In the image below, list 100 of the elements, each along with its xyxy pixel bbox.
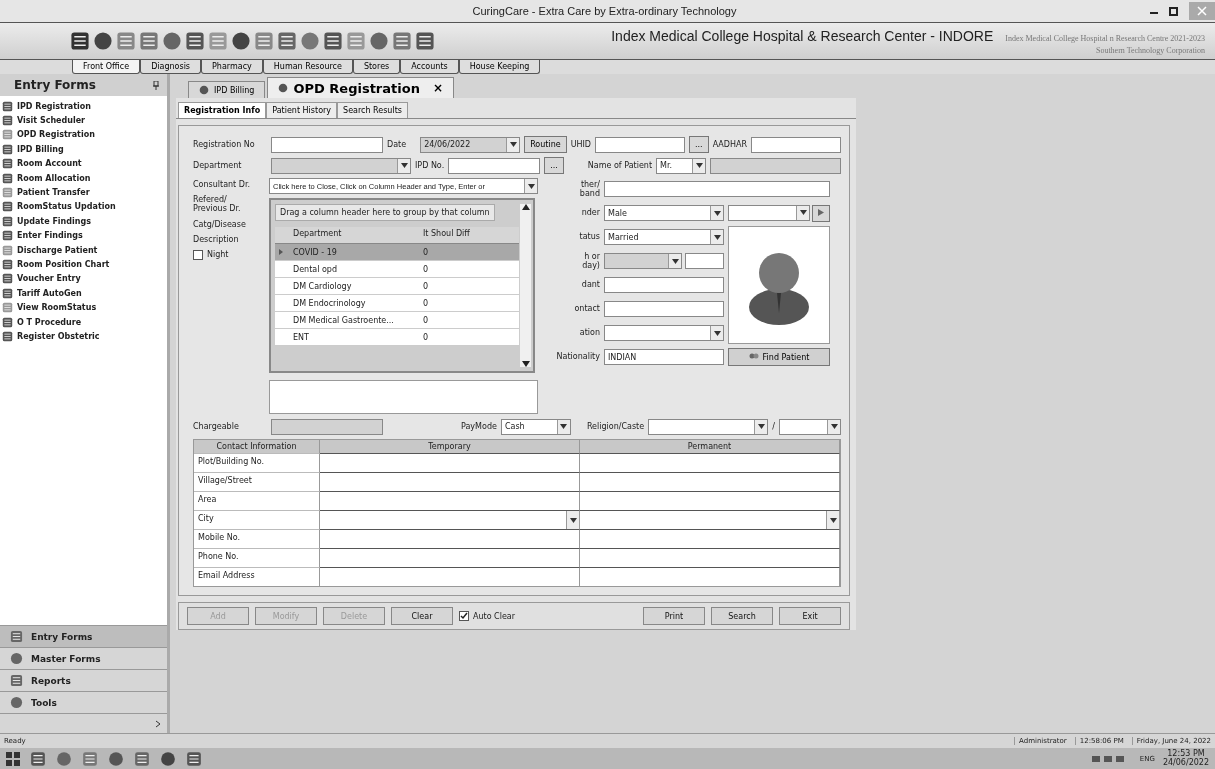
- sidebar-item[interactable]: View RoomStatus: [0, 300, 167, 315]
- input-field[interactable]: [580, 491, 840, 510]
- sidebar-item[interactable]: Tariff AutoGen: [0, 286, 167, 301]
- input-field[interactable]: [604, 277, 724, 293]
- sub-tab[interactable]: Search Results: [337, 102, 408, 118]
- dropdown-arrow-icon[interactable]: [671, 258, 679, 264]
- module-tab[interactable]: Pharmacy: [201, 60, 263, 74]
- pin-icon[interactable]: [153, 80, 159, 90]
- module-tab[interactable]: House Keeping: [458, 60, 541, 74]
- input-field[interactable]: [710, 157, 841, 174]
- input-field[interactable]: [595, 136, 686, 153]
- combo-box[interactable]: Married: [604, 229, 724, 245]
- table-cell[interactable]: COVID - 19: [289, 244, 419, 261]
- action-button[interactable]: Exit: [779, 607, 841, 625]
- dropdown-arrow-icon[interactable]: [757, 424, 765, 429]
- sidebar-item[interactable]: Enter Findings: [0, 228, 167, 243]
- input-field[interactable]: INDIAN: [604, 349, 724, 365]
- scroll-up-icon[interactable]: [521, 204, 530, 210]
- module-tab[interactable]: Human Resource: [262, 60, 353, 74]
- document-tab[interactable]: OPD Registration ×: [267, 77, 454, 98]
- combo-box[interactable]: [580, 510, 840, 529]
- sidebar-item[interactable]: Room Account: [0, 156, 167, 171]
- windows-logo-icon[interactable]: [6, 751, 20, 766]
- browse-button[interactable]: ...: [689, 136, 709, 153]
- input-field[interactable]: [271, 136, 383, 153]
- browse-button[interactable]: ...: [544, 157, 564, 174]
- scrollbar[interactable]: [520, 204, 531, 367]
- module-tab[interactable]: Accounts: [400, 60, 459, 74]
- sidebar-item[interactable]: Register Obstetric: [0, 329, 167, 344]
- row-indicator[interactable]: [275, 244, 289, 261]
- sidebar-item[interactable]: RoomStatus Updation: [0, 199, 167, 215]
- input-field[interactable]: [580, 472, 840, 491]
- nav-section-button[interactable]: Reports: [0, 669, 167, 691]
- combo-box[interactable]: Mr.: [656, 157, 707, 174]
- input-field[interactable]: [580, 567, 840, 586]
- close-tab-icon[interactable]: ×: [432, 81, 443, 95]
- action-button[interactable]: Clear: [391, 607, 453, 625]
- input-field[interactable]: [604, 301, 724, 317]
- column-header[interactable]: It Shoul Diff: [419, 227, 519, 244]
- input-field[interactable]: [320, 472, 580, 491]
- sidebar-item[interactable]: Patient Transfer: [0, 185, 167, 200]
- input-field[interactable]: [580, 529, 840, 548]
- night-checkbox[interactable]: Night: [193, 249, 267, 260]
- combo-box[interactable]: [320, 510, 580, 529]
- combo-box[interactable]: 24/06/2022: [420, 136, 521, 153]
- input-field[interactable]: [320, 567, 580, 586]
- module-tab[interactable]: Diagnosis: [140, 60, 202, 74]
- module-tab[interactable]: Stores: [352, 60, 401, 74]
- sidebar-item[interactable]: Discharge Patient: [0, 242, 167, 258]
- dropdown-arrow-icon[interactable]: [829, 517, 837, 523]
- dropdown-arrow-icon[interactable]: [830, 424, 838, 429]
- input-field[interactable]: [320, 529, 580, 548]
- dropdown-arrow-icon[interactable]: [560, 424, 568, 429]
- input-field[interactable]: [320, 548, 580, 567]
- sidebar-item[interactable]: OPD Registration: [0, 127, 167, 143]
- restore-icon[interactable]: [1169, 6, 1179, 16]
- action-button[interactable]: Search: [711, 607, 773, 625]
- sub-tab[interactable]: Registration Info: [178, 102, 267, 118]
- input-field[interactable]: [580, 548, 840, 567]
- sidebar-item[interactable]: IPD Registration: [0, 99, 167, 114]
- input-field[interactable]: [448, 157, 541, 174]
- sidebar-item[interactable]: Voucher Entry: [0, 271, 167, 287]
- dropdown-arrow-icon[interactable]: [695, 163, 703, 168]
- auto-clear-checkbox[interactable]: Auto Clear: [459, 611, 516, 621]
- table-cell[interactable]: 0: [419, 244, 519, 261]
- dropdown-arrow-icon[interactable]: [799, 210, 807, 215]
- dropdown-arrow-icon[interactable]: [527, 183, 535, 189]
- action-button[interactable]: Print: [643, 607, 705, 625]
- dropdown-arrow-icon[interactable]: [713, 330, 721, 336]
- dropdown-arrow-icon[interactable]: [509, 142, 517, 147]
- input-field[interactable]: [320, 491, 580, 510]
- nav-section-button[interactable]: Tools: [0, 691, 167, 713]
- dropdown-arrow-icon[interactable]: [713, 210, 721, 216]
- module-tab[interactable]: Front Office: [72, 60, 141, 74]
- input-field[interactable]: [320, 453, 580, 472]
- sidebar-item[interactable]: Visit Scheduler: [0, 113, 167, 128]
- sidebar-item[interactable]: Room Position Chart: [0, 257, 167, 272]
- sidebar-item[interactable]: Update Findings: [0, 214, 167, 229]
- sub-tab[interactable]: Patient History: [266, 102, 338, 118]
- input-field[interactable]: [751, 136, 841, 153]
- dropdown-arrow-icon[interactable]: [569, 517, 577, 523]
- play-button[interactable]: [812, 204, 830, 222]
- scroll-down-icon[interactable]: [521, 361, 530, 367]
- text-area[interactable]: [269, 380, 538, 414]
- sidebar-item[interactable]: Room Allocation: [0, 170, 167, 186]
- routine-button[interactable]: Routine: [524, 136, 567, 153]
- input-field[interactable]: [271, 418, 383, 435]
- column-header[interactable]: Department: [289, 227, 419, 244]
- nav-section-button[interactable]: Master Forms: [0, 647, 167, 669]
- combo-box[interactable]: Cash: [500, 418, 571, 435]
- combo-box[interactable]: Male: [604, 205, 724, 221]
- input-field[interactable]: [580, 453, 840, 472]
- input-field[interactable]: [604, 181, 830, 197]
- chevron-icon[interactable]: [155, 719, 161, 728]
- sidebar-item[interactable]: O T Procedure: [0, 314, 167, 330]
- find-patient-button[interactable]: Find Patient: [728, 348, 830, 366]
- dropdown-arrow-icon[interactable]: [400, 163, 408, 168]
- input-field[interactable]: [685, 253, 724, 269]
- dropdown-arrow-icon[interactable]: [713, 234, 721, 240]
- document-tab[interactable]: IPD Billing: [188, 81, 266, 98]
